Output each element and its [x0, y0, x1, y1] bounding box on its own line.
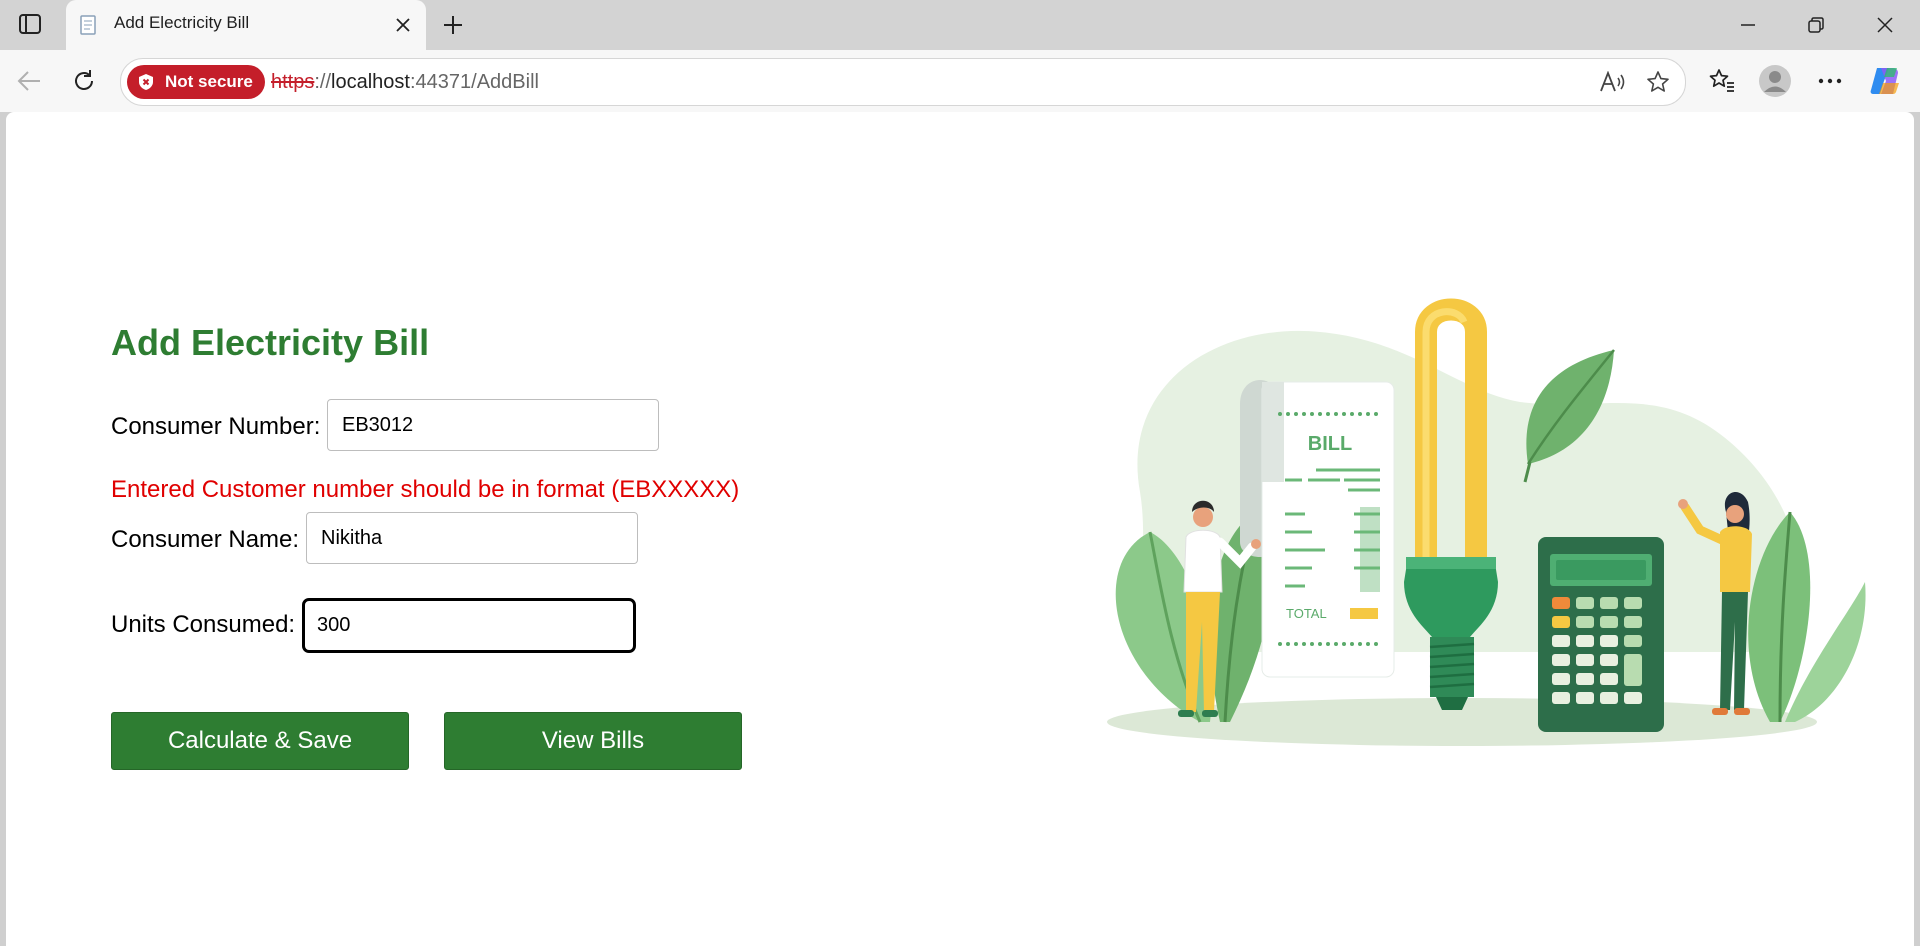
window-close-button[interactable] [1857, 6, 1913, 44]
total-label: TOTAL [1286, 606, 1327, 621]
url-separator: :// [314, 71, 332, 93]
back-button[interactable] [12, 64, 46, 98]
copilot-icon [1870, 68, 1899, 94]
favorites-button[interactable] [1703, 62, 1741, 100]
profile-icon [1759, 65, 1791, 97]
address-bar[interactable]: Not secure https://localhost:44371/AddBi… [120, 58, 1686, 106]
favicon-icon [80, 15, 96, 35]
profile-button[interactable] [1756, 62, 1794, 100]
page-content: Add Electricity Bill Consumer Number: En… [6, 112, 1914, 946]
consumer-number-field[interactable] [327, 399, 659, 451]
bill-heading: BILL [1308, 433, 1352, 455]
tab-title: Add Electricity Bill [114, 13, 250, 32]
url-path: :44371/AddBill [409, 71, 539, 93]
window-close-icon [1877, 17, 1893, 33]
url-host: localhost [331, 71, 410, 93]
minimize-button[interactable] [1720, 6, 1776, 44]
star-icon [1647, 71, 1669, 92]
security-badge-label: Not secure [165, 72, 253, 91]
read-aloud-icon [1600, 71, 1625, 92]
tab-actions-icon [19, 14, 41, 34]
back-icon [17, 71, 40, 91]
tab-close-button[interactable] [392, 14, 414, 36]
consumer-name-label: Consumer Name: [111, 526, 300, 553]
more-icon [1818, 78, 1842, 84]
security-badge[interactable]: Not secure [127, 65, 265, 99]
add-favorite-button[interactable] [1643, 67, 1673, 97]
consumer-number-label: Consumer Number: [111, 413, 321, 440]
view-bills-button[interactable]: View Bills [444, 712, 742, 770]
bill-receipt: BILL TOTAL [1240, 380, 1395, 678]
minimize-icon [1741, 24, 1755, 26]
page-title: Add Electricity Bill [111, 322, 430, 363]
url-scheme: https [271, 71, 315, 93]
calculate-save-button[interactable]: Calculate & Save [111, 712, 409, 770]
new-tab-button[interactable] [438, 10, 468, 40]
url-text[interactable]: https://localhost:44371/AddBill [271, 71, 539, 94]
electricity-bill-illustration: BILL TOTAL [1107, 298, 1866, 746]
copilot-button[interactable] [1866, 62, 1904, 100]
browser-toolbar: Not secure https://localhost:44371/AddBi… [0, 50, 1920, 112]
favorites-icon [1709, 69, 1734, 92]
units-consumed-field[interactable] [302, 598, 636, 653]
consumer-name-field[interactable] [306, 512, 638, 564]
restore-button[interactable] [1788, 6, 1844, 44]
units-consumed-label: Units Consumed: [111, 611, 296, 638]
read-aloud-button[interactable] [1597, 67, 1627, 97]
calculator [1538, 537, 1664, 732]
refresh-icon [75, 70, 93, 90]
plus-icon [444, 16, 462, 34]
tab-strip: Add Electricity Bill [0, 0, 1920, 51]
tab-actions-button[interactable] [14, 10, 46, 38]
more-button[interactable] [1811, 62, 1849, 100]
restore-icon [1808, 17, 1824, 33]
active-tab[interactable]: Add Electricity Bill [66, 0, 426, 51]
close-icon [396, 18, 410, 32]
validation-error: Entered Customer number should be in for… [111, 476, 740, 503]
shield-icon [139, 74, 153, 90]
refresh-button[interactable] [67, 64, 101, 98]
